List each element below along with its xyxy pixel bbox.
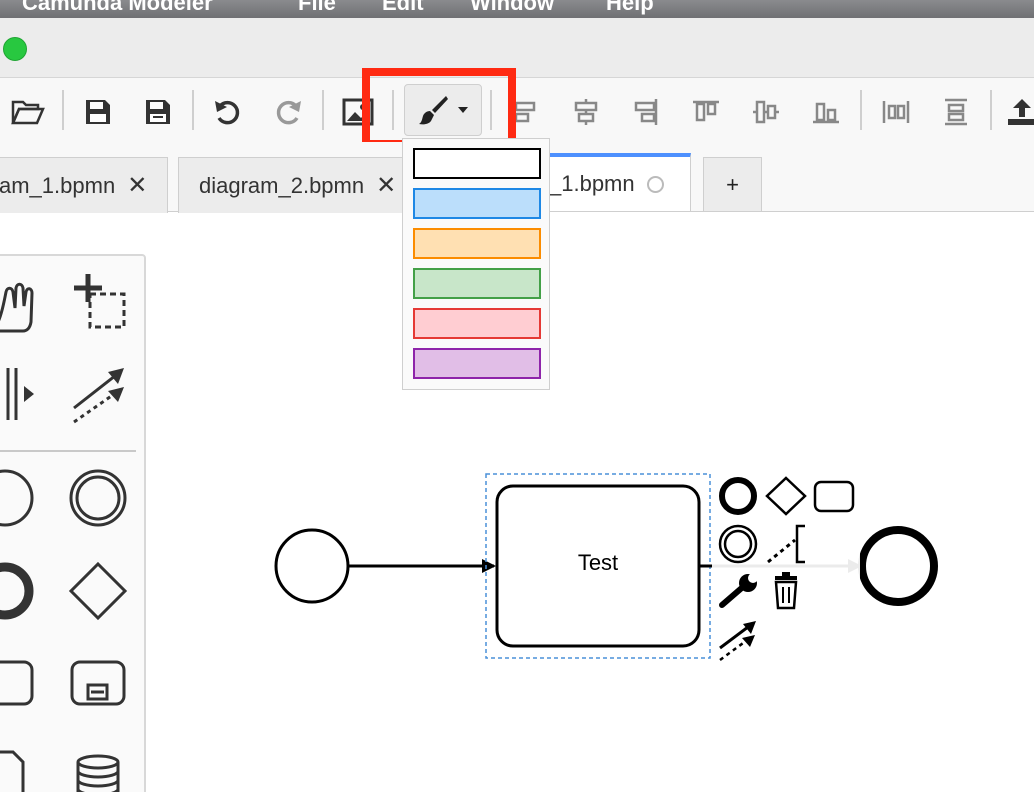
color-swatch-default[interactable]: [413, 148, 541, 179]
intermediate-event-tool-icon[interactable]: [69, 469, 127, 527]
hand-tool-icon[interactable]: [0, 282, 34, 333]
data-store-tool-icon[interactable]: [76, 754, 120, 792]
start-event-tool-icon[interactable]: [0, 469, 34, 527]
data-object-tool-icon[interactable]: [0, 750, 25, 792]
subprocess-tool-icon[interactable]: [70, 660, 126, 706]
end-event[interactable]: [858, 526, 938, 606]
lasso-tool-icon[interactable]: [74, 274, 126, 329]
color-swatch-green[interactable]: [413, 268, 541, 299]
task-tool-icon[interactable]: [0, 660, 34, 706]
global-connect-tool-icon[interactable]: [73, 368, 124, 424]
color-picker-dropdown: [402, 138, 550, 390]
space-tool-icon[interactable]: [6, 368, 34, 420]
start-event[interactable]: [274, 528, 350, 604]
context-pad: [712, 476, 860, 662]
color-swatch-orange[interactable]: [413, 228, 541, 259]
gateway-tool-icon[interactable]: [68, 561, 128, 621]
task-label: Test: [577, 550, 619, 575]
color-swatch-red[interactable]: [413, 308, 541, 339]
color-swatch-blue[interactable]: [413, 188, 541, 219]
diagram-canvas[interactable]: [0, 0, 1034, 792]
color-swatch-purple[interactable]: [413, 348, 541, 379]
end-event-tool-icon[interactable]: [0, 562, 34, 620]
